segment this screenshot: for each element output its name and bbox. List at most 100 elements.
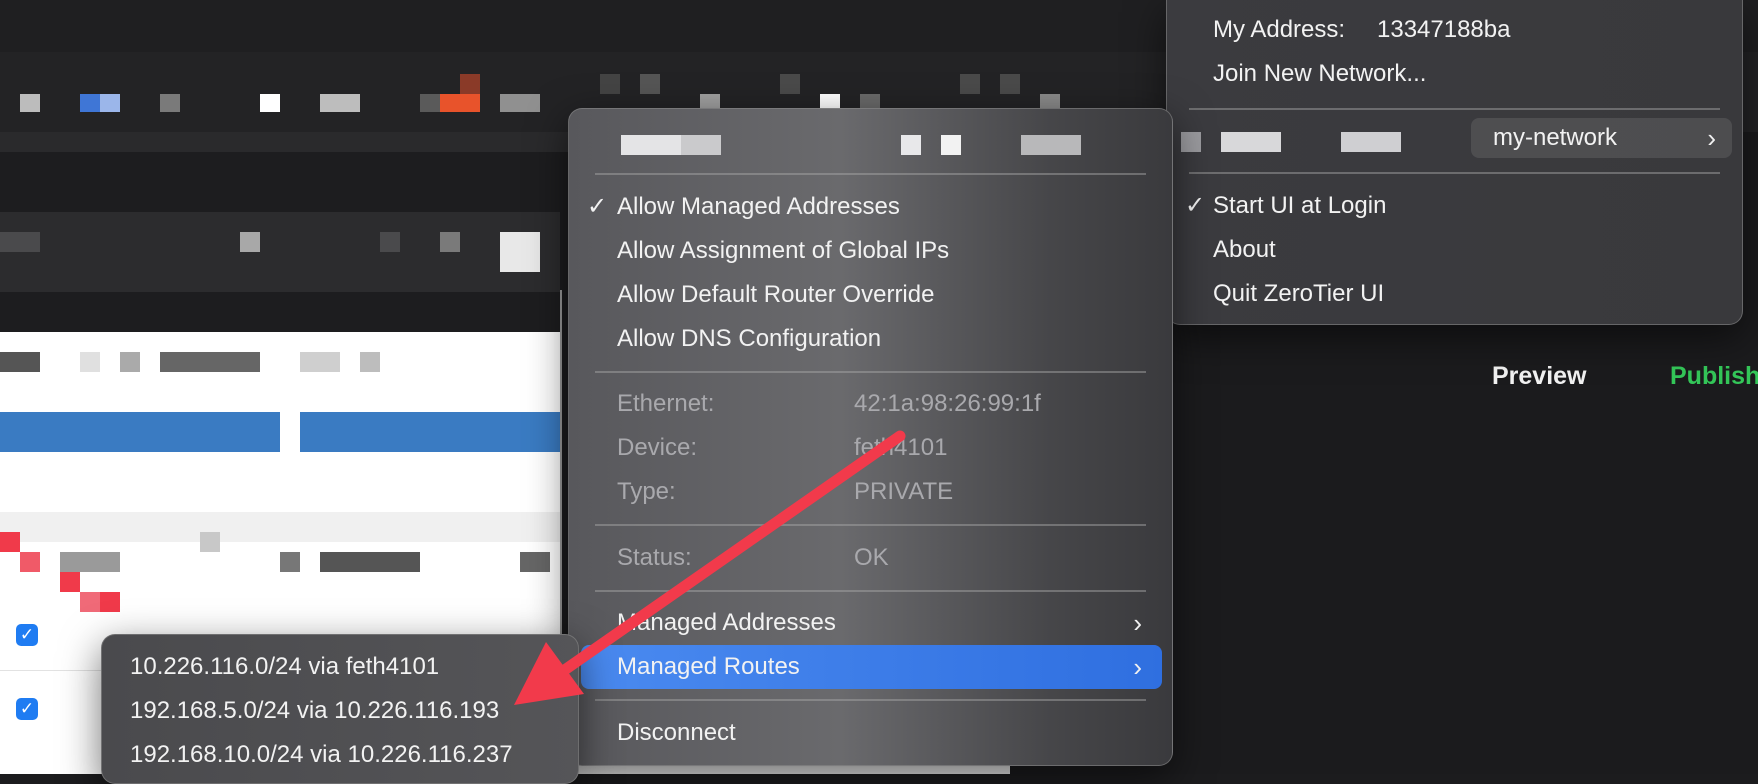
join-new-network-item[interactable]: Join New Network... [1167, 54, 1742, 94]
pixel-block [360, 352, 380, 372]
start-ui-at-login-label: Start UI at Login [1213, 192, 1387, 219]
quit-item[interactable]: Quit ZeroTier UI [1167, 274, 1742, 314]
device-label: Device: [617, 434, 698, 461]
my-address-row: My Address: 13347188ba [1167, 10, 1742, 50]
allow-dns-label: Allow DNS Configuration [617, 325, 882, 352]
pixel-block [240, 232, 260, 252]
allow-dns-item[interactable]: Allow DNS Configuration [569, 319, 1172, 359]
blurred-link-bar [0, 412, 280, 452]
network-item-my-network[interactable]: my-network › [1167, 118, 1742, 158]
ethernet-label: Ethernet: [617, 390, 715, 417]
menu-separator [595, 371, 1146, 373]
route-item[interactable]: 192.168.10.0/24 via 10.226.116.237 [102, 735, 578, 775]
pixel-block [0, 232, 40, 252]
device-value: feth4101 [854, 434, 948, 461]
status-value: OK [854, 544, 889, 571]
redacted-block [1221, 132, 1281, 152]
pixel-block [100, 94, 120, 112]
pixel-block [20, 552, 40, 572]
pixel-block [500, 94, 540, 112]
ethernet-value: 42:1a:98:26:99:1f [854, 390, 1041, 417]
row-checkbox[interactable]: ✓ [16, 624, 38, 646]
disconnect-label: Disconnect [617, 719, 736, 746]
bg-vertical-divider [560, 290, 562, 670]
bg-grey-row [0, 512, 560, 542]
pixel-block [960, 74, 980, 94]
ethernet-row: Ethernet: 42:1a:98:26:99:1f [569, 384, 1172, 424]
status-row: Status: OK [569, 538, 1172, 578]
my-address-value: 13347188ba [1377, 16, 1511, 43]
redacted-block [1341, 132, 1401, 152]
start-ui-at-login-item[interactable]: ✓ Start UI at Login [1167, 186, 1742, 226]
pixel-block [380, 232, 400, 252]
pixel-block [320, 552, 420, 572]
allow-global-ips-item[interactable]: Allow Assignment of Global IPs [569, 231, 1172, 271]
redacted-block [941, 135, 961, 155]
pixel-block [200, 532, 220, 552]
allow-managed-addresses-item[interactable]: ✓ Allow Managed Addresses [569, 187, 1172, 227]
device-row: Device: feth4101 [569, 428, 1172, 468]
allow-default-router-item[interactable]: Allow Default Router Override [569, 275, 1172, 315]
about-label: About [1213, 236, 1276, 263]
pixel-block [160, 352, 260, 372]
network-submenu: ✓ Allow Managed Addresses Allow Assignme… [568, 108, 1173, 766]
managed-routes-submenu: 10.226.116.0/24 via feth4101 192.168.5.0… [101, 634, 579, 784]
menu-separator [595, 699, 1146, 701]
pixel-block [160, 94, 180, 112]
pixel-block [640, 74, 660, 94]
pixel-block [120, 352, 140, 372]
managed-routes-label: Managed Routes [617, 653, 800, 680]
pixel-block [300, 352, 340, 372]
pixel-block [280, 552, 300, 572]
pixel-block [440, 232, 460, 252]
chevron-right-icon: › [1133, 608, 1142, 638]
pixel-block [0, 352, 40, 372]
status-label: Status: [617, 544, 692, 571]
bg-dark-area [0, 152, 560, 212]
pixel-block [80, 94, 100, 112]
network-name-label: my-network [1493, 124, 1618, 151]
blurred-link-bar [300, 412, 560, 452]
chevron-right-icon: › [1133, 652, 1142, 682]
route-label: 192.168.5.0/24 via 10.226.116.193 [130, 697, 500, 724]
pixel-block [80, 352, 100, 372]
pixel-block [320, 94, 360, 112]
pixel-block [420, 94, 440, 112]
checkmark-icon: ✓ [587, 193, 608, 220]
pixel-block [60, 572, 80, 592]
zerotier-main-menu: My Address: 13347188ba Join New Network.… [1166, 0, 1743, 325]
quit-label: Quit ZeroTier UI [1213, 280, 1385, 307]
redacted-block [621, 135, 681, 155]
preview-button[interactable]: Preview [1492, 362, 1587, 391]
menu-separator [595, 173, 1146, 175]
pixel-block [500, 232, 540, 272]
publish-button[interactable]: Publish [1670, 362, 1758, 391]
join-new-network-label: Join New Network... [1213, 60, 1427, 87]
redacted-block [901, 135, 921, 155]
route-label: 192.168.10.0/24 via 10.226.116.237 [130, 741, 513, 768]
about-item[interactable]: About [1167, 230, 1742, 270]
managed-routes-item[interactable]: Managed Routes › [569, 647, 1172, 687]
my-address-label: My Address: [1213, 16, 1346, 43]
redacted-block [1021, 135, 1081, 155]
allow-default-router-label: Allow Default Router Override [617, 281, 935, 308]
pixel-block [100, 592, 120, 612]
redacted-block [681, 135, 721, 155]
pixel-block [600, 74, 620, 94]
row-checkbox[interactable]: ✓ [16, 698, 38, 720]
redacted-block [1181, 132, 1201, 152]
disconnect-item[interactable]: Disconnect [569, 713, 1172, 753]
network-id-row [569, 123, 1172, 163]
route-item[interactable]: 192.168.5.0/24 via 10.226.116.193 [102, 691, 578, 731]
type-label: Type: [617, 478, 676, 505]
route-label: 10.226.116.0/24 via feth4101 [130, 653, 440, 680]
type-value: PRIVATE [854, 478, 954, 505]
route-item[interactable]: 10.226.116.0/24 via feth4101 [102, 647, 578, 687]
pixel-block [0, 532, 20, 552]
managed-addresses-item[interactable]: Managed Addresses › [569, 603, 1172, 643]
pixel-block [260, 94, 280, 112]
bg-strip [0, 212, 560, 292]
pixel-block [1000, 74, 1020, 94]
menu-separator [1189, 172, 1720, 174]
menu-separator [595, 524, 1146, 526]
